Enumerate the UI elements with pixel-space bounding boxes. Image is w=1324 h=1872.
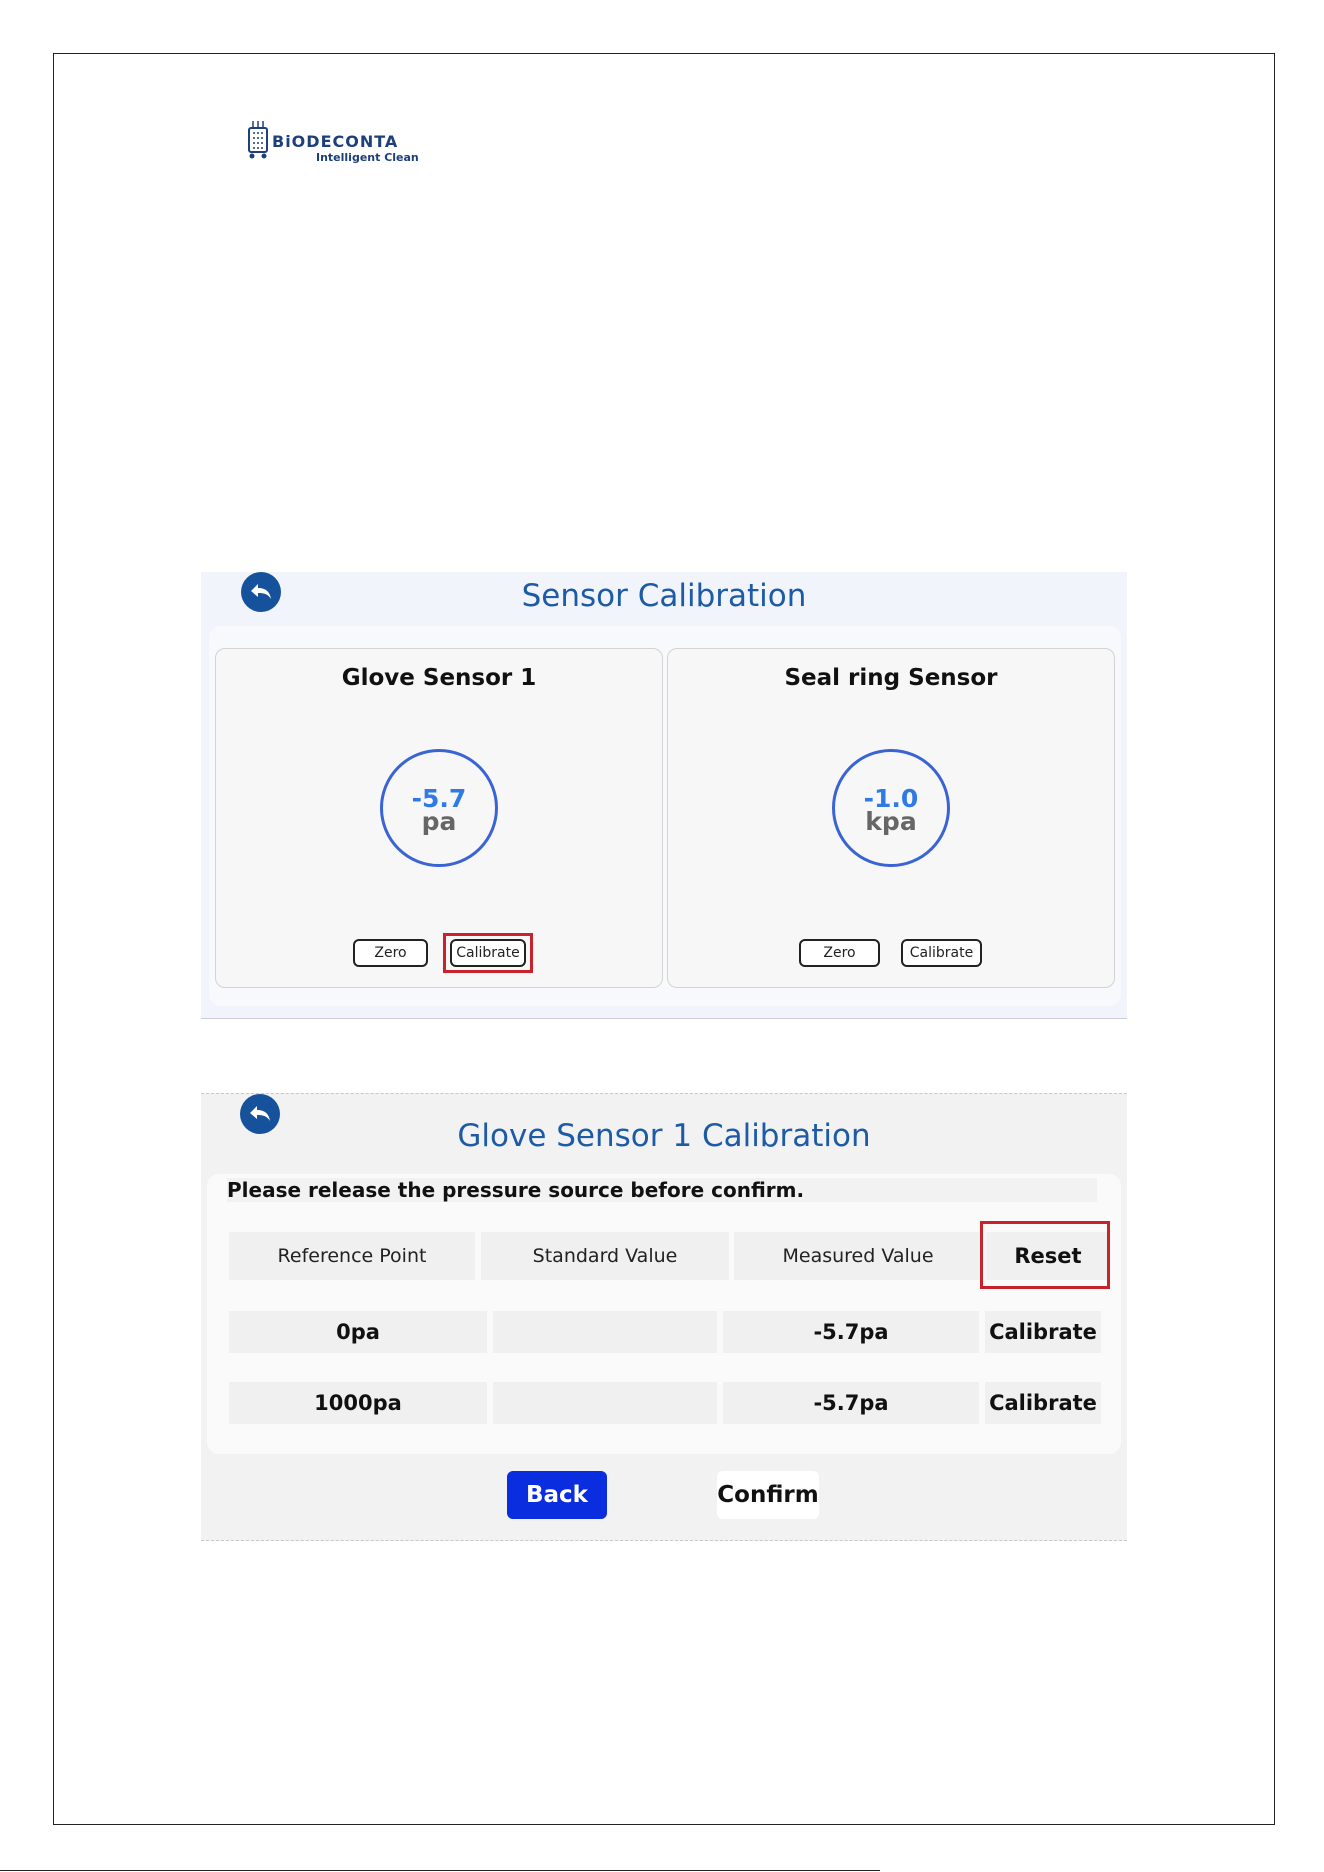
footer-rule xyxy=(0,1870,880,1871)
sensor-card-seal-ring: Seal ring Sensor -1.0 kpa Zero Calibrate xyxy=(667,648,1115,988)
page-title: Glove Sensor 1 Calibration xyxy=(457,1118,871,1154)
row-calibrate-button[interactable]: Calibrate xyxy=(985,1382,1101,1424)
confirm-button[interactable]: Confirm xyxy=(717,1471,819,1519)
brand-logo: BiODECONTA Intelligent Clean xyxy=(246,120,446,166)
standard-value-input[interactable] xyxy=(493,1382,717,1424)
highlight-box xyxy=(980,1221,1110,1289)
sensor-name: Seal ring Sensor xyxy=(784,665,998,691)
zero-button[interactable]: Zero xyxy=(353,939,428,967)
table-cell-measured: -5.7pa xyxy=(723,1311,979,1353)
table-cell-measured: -5.7pa xyxy=(723,1382,979,1424)
header-reference-point: Reference Point xyxy=(229,1232,475,1280)
brand-name: BiODECONTA xyxy=(272,132,399,151)
glove-sensor-calibration-screen: Glove Sensor 1 Calibration Please releas… xyxy=(201,1093,1127,1541)
header-measured-value: Measured Value xyxy=(734,1232,982,1280)
zero-button[interactable]: Zero xyxy=(799,939,880,967)
trolley-icon xyxy=(248,121,268,159)
calibrate-button[interactable]: Calibrate xyxy=(901,939,982,967)
sensor-card-glove-1: Glove Sensor 1 -5.7 pa Zero Calibrate xyxy=(215,648,663,988)
row-calibrate-button[interactable]: Calibrate xyxy=(985,1311,1101,1353)
page-title: Sensor Calibration xyxy=(521,578,807,614)
table-cell-reference: 1000pa xyxy=(229,1382,487,1424)
sensor-calibration-screen: Sensor Calibration Glove Sensor 1 -5.7 p… xyxy=(201,572,1127,1019)
pressure-gauge: -1.0 kpa xyxy=(832,749,950,867)
standard-value-input[interactable] xyxy=(493,1311,717,1353)
gauge-unit: kpa xyxy=(865,807,917,836)
notice-text: Please release the pressure source befor… xyxy=(227,1178,1097,1202)
pressure-gauge: -5.7 pa xyxy=(380,749,498,867)
sensor-name: Glove Sensor 1 xyxy=(341,665,537,691)
brand-tagline: Intelligent Clean xyxy=(316,151,419,164)
header-standard-value: Standard Value xyxy=(481,1232,729,1280)
highlight-box xyxy=(443,933,533,973)
table-cell-reference: 0pa xyxy=(229,1311,487,1353)
back-button[interactable]: Back xyxy=(507,1471,607,1519)
gauge-unit: pa xyxy=(421,807,457,836)
